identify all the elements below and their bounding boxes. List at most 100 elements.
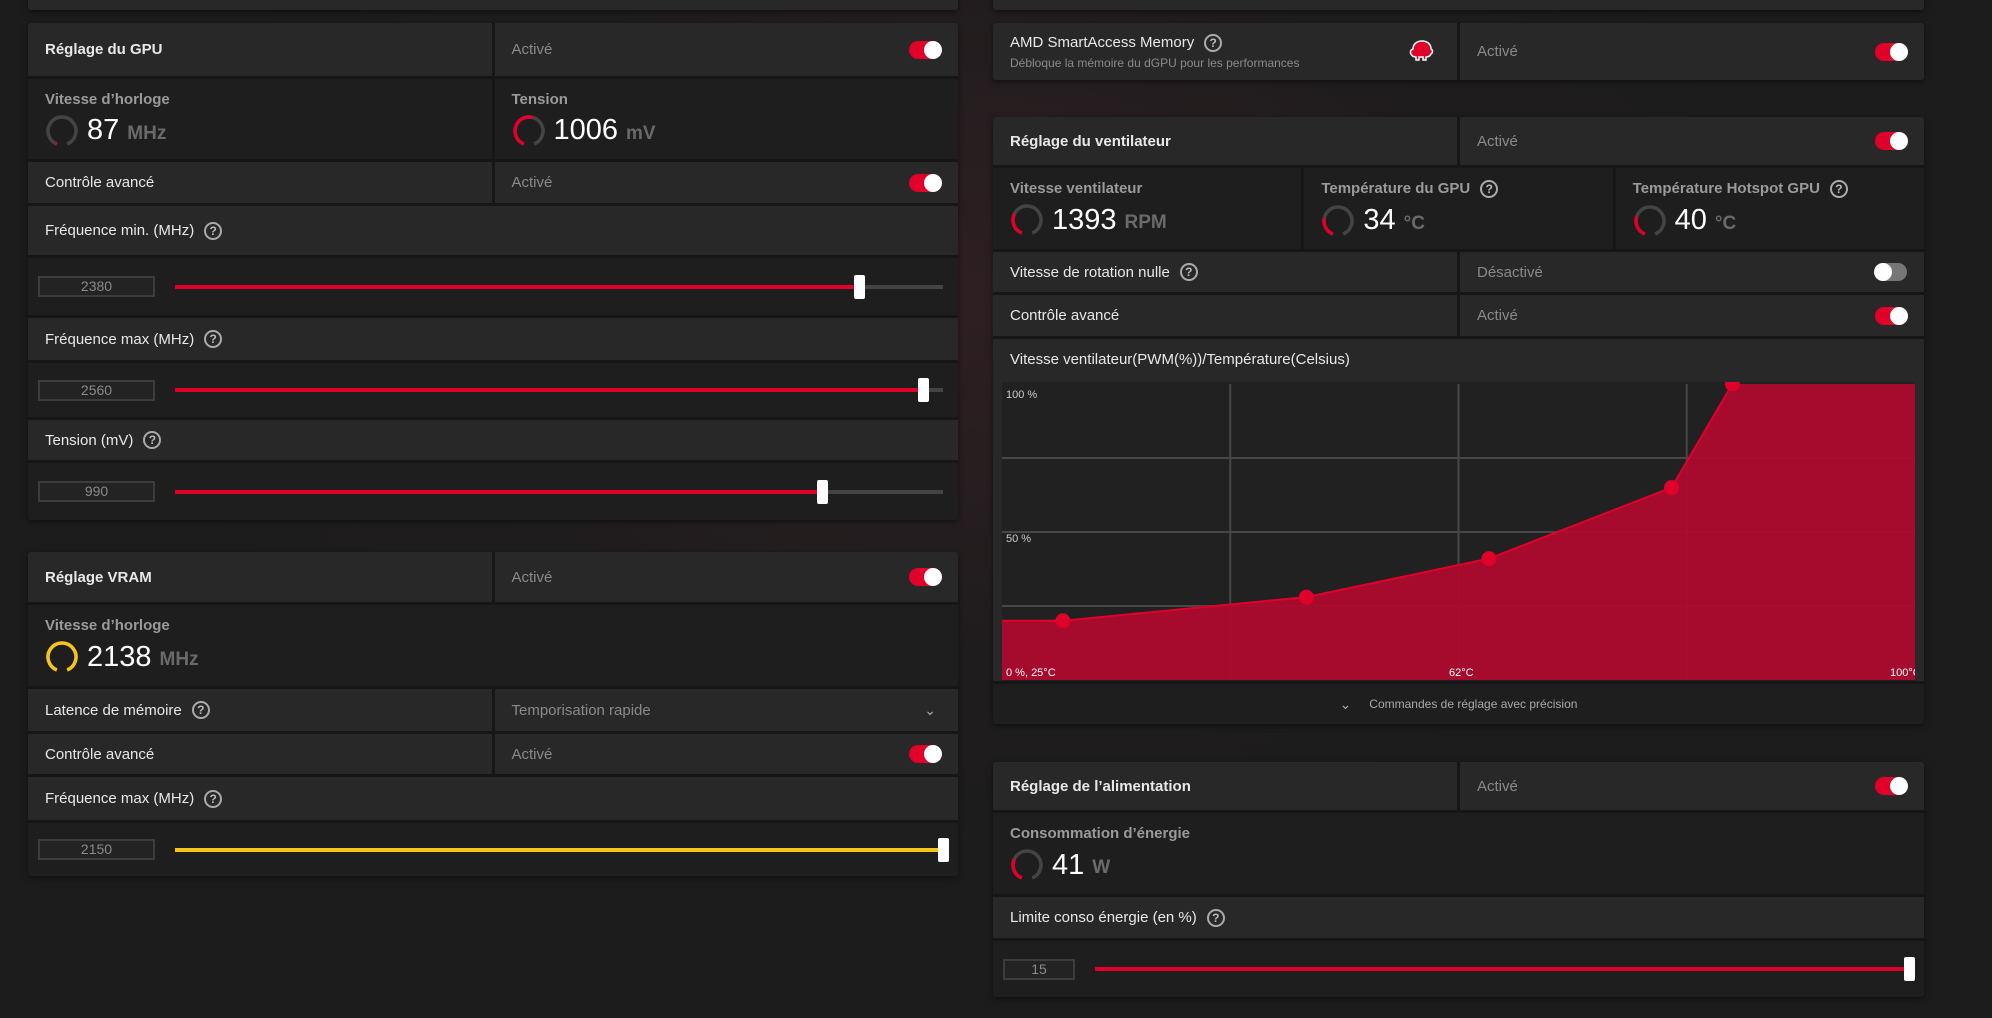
power-limit-input[interactable]: 15 (1003, 958, 1075, 980)
smart-access-memory-card: AMD SmartAccess Memory? Débloque la mémo… (993, 23, 1924, 80)
tension-input[interactable]: 990 (38, 481, 155, 502)
vram-max-freq-slider[interactable] (175, 837, 949, 862)
slider-thumb[interactable] (853, 274, 865, 299)
dropdown-value: Temporisation rapide (511, 701, 651, 719)
min-freq-label-row: Fréquence min. (MHz)? (28, 206, 958, 255)
gpu-voltage-metric: Tension 1006 mV (494, 79, 958, 159)
vram-advanced-label: Contrôle avancé (28, 734, 492, 774)
zero-rpm-toggle[interactable] (1874, 263, 1907, 281)
state-text: Activé (511, 568, 553, 586)
sam-info: AMD SmartAccess Memory? Débloque la mémo… (993, 23, 1457, 80)
x-tick-max: 100°C (1890, 667, 1915, 679)
fan-tuning-toggle[interactable] (1875, 132, 1908, 150)
metric-unit: mV (626, 122, 656, 144)
help-icon[interactable]: ? (1480, 179, 1499, 198)
help-icon[interactable]: ? (204, 221, 223, 240)
vram-max-freq-slider-row: 2150 (28, 823, 958, 876)
metric-label: Vitesse d’horloge (45, 90, 170, 108)
tension-label-row: Tension (mV)? (28, 420, 958, 460)
fan-curve-point-4[interactable] (1664, 480, 1680, 496)
fan-curve-point-1[interactable] (1055, 613, 1071, 629)
fan-curve-point-3[interactable] (1481, 551, 1497, 567)
power-tuning-toggle[interactable] (1875, 777, 1908, 795)
power-tuning-title: Réglage de l’alimentation (993, 762, 1457, 810)
metric-value: 1393 (1052, 203, 1117, 236)
vram-max-freq-label: Fréquence max (MHz) (45, 790, 195, 807)
memory-latency-dropdown[interactable]: Temporisation rapide ⌄ (494, 689, 958, 731)
chevron-down-icon: ⌄ (924, 701, 936, 718)
tension-slider-row: 990 (28, 463, 958, 520)
x-tick-mid: 62°C (1449, 667, 1474, 679)
fan-curve-chart-area: 100 % 50 % 0 %, 25°C 62°C 100°C (993, 379, 1924, 681)
gauge-fill (1633, 215, 1646, 236)
min-freq-slider[interactable] (175, 274, 943, 299)
sam-toggle[interactable] (1875, 42, 1908, 61)
state-text: Activé (1477, 777, 1518, 795)
x-tick-origin: 0 %, 25°C (1006, 667, 1056, 679)
vram-tuning-toggle[interactable] (909, 568, 942, 586)
help-icon[interactable]: ? (1204, 33, 1223, 52)
help-icon[interactable]: ? (143, 431, 162, 449)
vram-advanced-toggle-row: Activé (494, 734, 958, 774)
gpu-tuning-toggle[interactable] (909, 40, 942, 59)
help-icon[interactable]: ? (204, 330, 223, 348)
memory-latency-label-row: Latence de mémoire? (28, 689, 492, 731)
state-text: Désactivé (1477, 263, 1543, 281)
vram-max-freq-label-row: Fréquence max (MHz)? (28, 777, 958, 820)
state-text: Activé (511, 174, 553, 191)
zero-rpm-label: Vitesse de rotation nulle (1010, 263, 1170, 281)
power-limit-label-row: Limite conso énergie (en %)? (993, 897, 1924, 938)
max-freq-label-row: Fréquence max (MHz)? (28, 318, 958, 360)
slider-thumb[interactable] (918, 378, 930, 402)
gauge-fill (512, 114, 533, 146)
state-text: Activé (511, 745, 553, 763)
help-icon[interactable]: ? (1179, 263, 1198, 281)
min-freq-input[interactable]: 2380 (38, 276, 155, 297)
metric-label: Température du GPU (1321, 179, 1471, 197)
min-freq-slider-row: 2380 (28, 258, 958, 315)
max-freq-slider-row: 2560 (28, 363, 958, 417)
max-freq-label: Fréquence max (MHz) (45, 330, 195, 348)
y-tick-50: 50 % (1006, 533, 1031, 545)
metric-value: 41 (1052, 848, 1085, 881)
metric-unit: RPM (1124, 212, 1167, 233)
gpu-tuning-title: Réglage du GPU (28, 23, 492, 76)
tension-slider[interactable] (175, 479, 943, 504)
metric-label: Vitesse ventilateur (1010, 180, 1143, 197)
fan-curve-title: Vitesse ventilateur(PWM(%))/Température(… (993, 339, 1924, 379)
metric-label: Tension (511, 90, 568, 108)
help-icon[interactable]: ? (1829, 179, 1848, 198)
gpu-tuning-toggle-row: Activé (494, 23, 958, 76)
vram-advanced-toggle[interactable] (909, 745, 942, 763)
gpu-advanced-label: Contrôle avancé (28, 162, 492, 203)
fan-tuning-title: Réglage du ventilateur (993, 117, 1457, 165)
fan-advanced-toggle[interactable] (1875, 306, 1908, 325)
zero-rpm-toggle-row: Désactivé (1460, 252, 1924, 292)
help-icon[interactable]: ? (1206, 908, 1225, 927)
help-icon[interactable]: ? (191, 701, 210, 719)
precision-controls-label: Commandes de réglage avec précision (1369, 697, 1578, 711)
gauge-icon (1011, 204, 1043, 235)
metric-label: Consommation d’énergie (1010, 825, 1191, 842)
gpu-tuning-state: Activé (511, 41, 553, 58)
fan-curve-point-2[interactable] (1298, 589, 1314, 605)
metric-unit: MHz (159, 649, 199, 670)
state-text: Activé (1477, 132, 1518, 150)
metric-unit: W (1092, 857, 1111, 878)
gpu-advanced-toggle[interactable] (909, 173, 942, 192)
brain-icon (1409, 40, 1434, 61)
metric-unit: °C (1403, 212, 1425, 234)
fan-curve-chart[interactable]: 100 % 50 % 0 %, 25°C 62°C 100°C (1002, 382, 1915, 681)
precision-controls-expander[interactable]: ⌄ Commandes de réglage avec précision (993, 684, 1924, 724)
sam-subtitle: Débloque la mémoire du dGPU pour les per… (1010, 55, 1300, 70)
max-freq-input[interactable]: 2560 (38, 379, 155, 401)
help-icon[interactable]: ? (204, 789, 223, 808)
gpu-tuning-card: Réglage du GPU Activé Vitesse d’horloge 8… (28, 23, 958, 520)
power-limit-slider[interactable] (1095, 957, 1915, 981)
slider-thumb[interactable] (817, 479, 829, 504)
vram-max-freq-input[interactable]: 2150 (38, 839, 155, 860)
slider-thumb[interactable] (938, 837, 949, 862)
fan-speed-metric: Vitesse ventilateur 1393 RPM (993, 168, 1302, 249)
max-freq-slider[interactable] (175, 378, 943, 402)
slider-thumb[interactable] (1904, 957, 1915, 981)
